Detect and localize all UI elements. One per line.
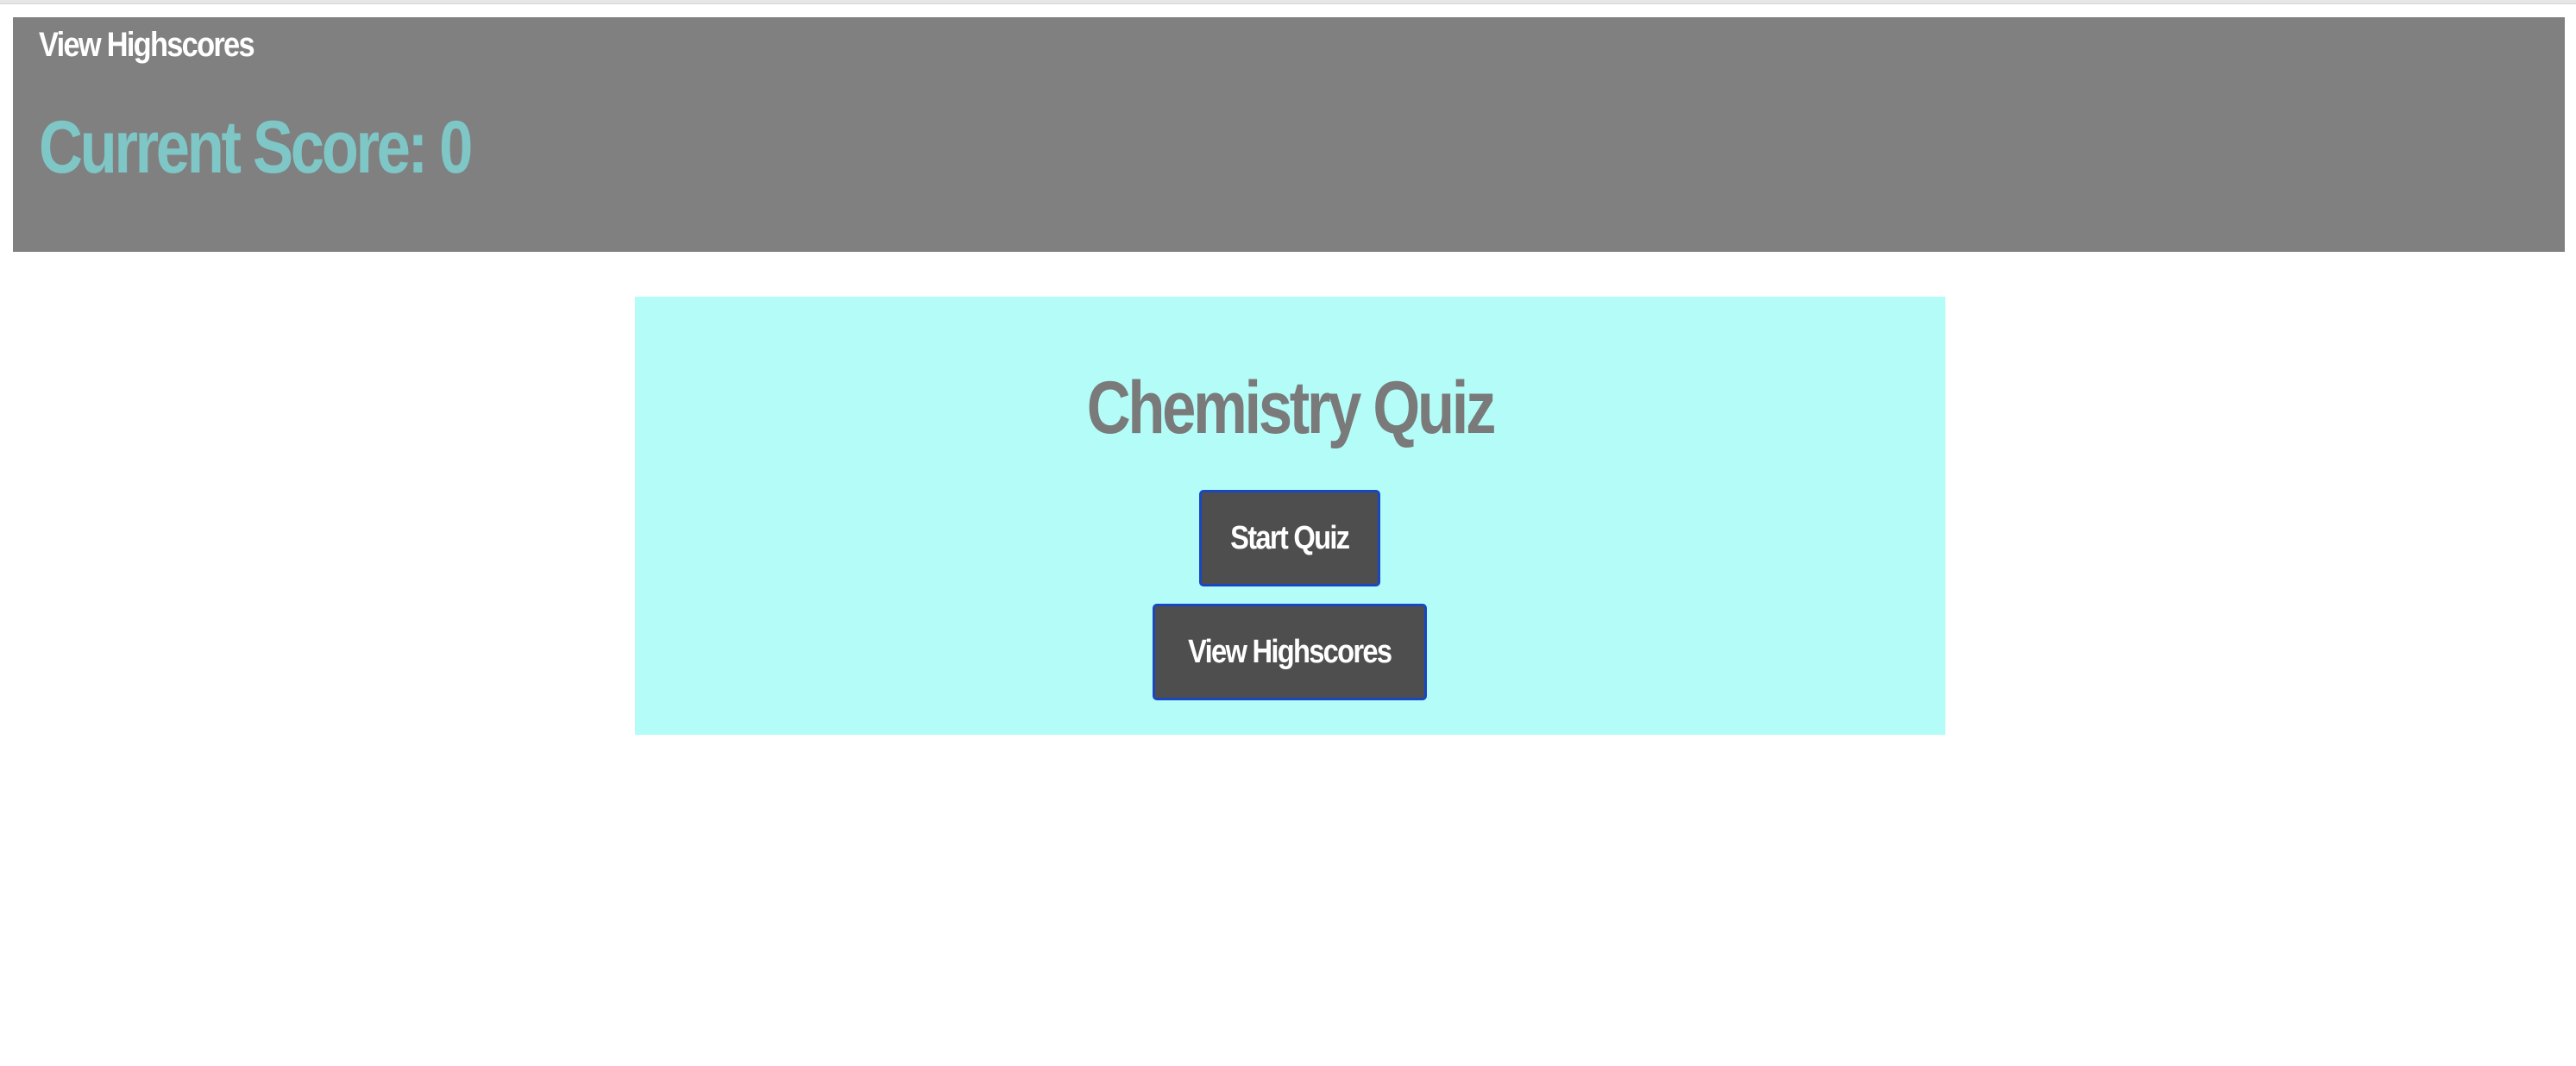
current-score: Current Score: 0 (39, 110, 473, 185)
quiz-start-card: Chemistry Quiz Start Quiz View Highscore… (635, 297, 1945, 735)
top-divider (0, 0, 2576, 4)
current-score-value: 0 (439, 106, 473, 189)
score-header: View Highscores Current Score: 0 (13, 17, 2565, 252)
start-quiz-button-label: Start Quiz (1230, 519, 1350, 556)
start-quiz-button[interactable]: Start Quiz (1199, 490, 1380, 586)
view-highscores-button-label: View Highscores (1188, 633, 1392, 670)
current-score-label: Current Score: (39, 106, 440, 189)
quiz-title: Chemistry Quiz (635, 364, 1945, 453)
view-highscores-link[interactable]: View Highscores (39, 26, 255, 65)
quiz-title-text: Chemistry Quiz (1086, 367, 1497, 449)
view-highscores-button[interactable]: View Highscores (1153, 604, 1427, 700)
